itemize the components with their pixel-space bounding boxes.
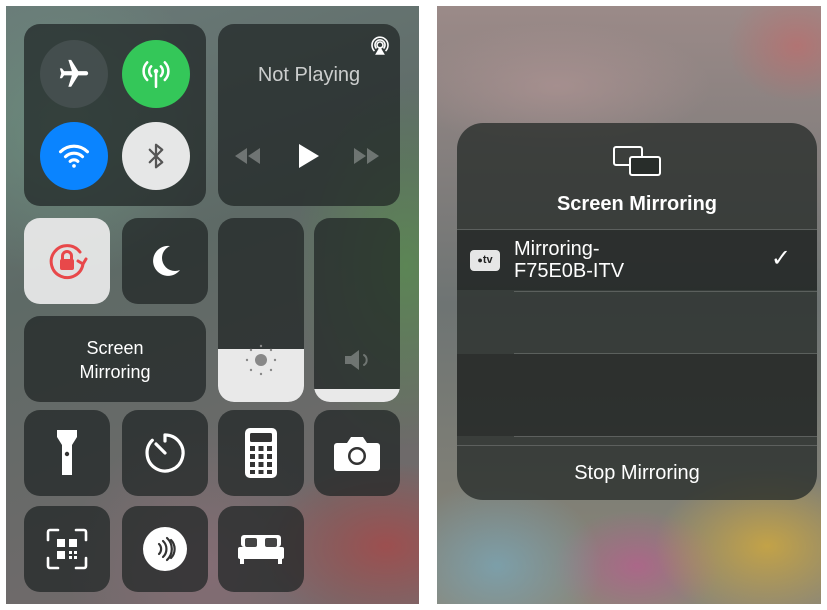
timer-icon (143, 431, 187, 475)
rotation-lock-icon (44, 238, 90, 284)
qr-scanner-button[interactable] (24, 506, 110, 592)
nfc-reader-button[interactable] (122, 506, 208, 592)
empty-row-2 (457, 354, 817, 436)
camera-icon (333, 433, 381, 473)
nfc-icon (143, 527, 187, 571)
rotation-lock-toggle[interactable] (24, 218, 110, 304)
apple-tv-badge: ●tv (470, 250, 500, 271)
screen-mirroring-icon (612, 145, 662, 177)
airplane-icon (57, 57, 91, 91)
screen-mirroring-dialog: Screen Mirroring ●tv Mirroring- F75E0B-I… (457, 123, 817, 500)
wifi-toggle[interactable] (40, 122, 108, 190)
play-icon[interactable] (294, 142, 322, 170)
calculator-button[interactable] (218, 410, 304, 496)
wifi-icon (57, 139, 91, 173)
airplane-mode-toggle[interactable] (40, 40, 108, 108)
volume-slider[interactable] (314, 218, 400, 402)
cellular-data-toggle[interactable] (122, 40, 190, 108)
sleep-mode-button[interactable] (218, 506, 304, 592)
screen-mirroring-button[interactable]: Screen Mirroring (24, 316, 206, 402)
media-tile[interactable]: Not Playing (218, 24, 400, 206)
timer-button[interactable] (122, 410, 208, 496)
selected-checkmark-icon: ✓ (770, 245, 791, 272)
brightness-icon (243, 342, 279, 378)
airplay-icon[interactable] (368, 34, 392, 58)
device-name-line1: Mirroring- (514, 238, 600, 260)
calculator-icon (245, 428, 277, 478)
camera-button[interactable] (314, 410, 400, 496)
empty-row-1 (457, 292, 817, 352)
flashlight-icon (52, 428, 82, 478)
bluetooth-toggle[interactable] (122, 122, 190, 190)
volume-fill (314, 389, 400, 402)
screen-mirroring-label-line1: Screen (86, 338, 144, 358)
screen-mirroring-panel: Screen Mirroring ●tv Mirroring- F75E0B-I… (437, 6, 821, 604)
volume-icon (342, 346, 374, 374)
flashlight-button[interactable] (24, 410, 110, 496)
do-not-disturb-toggle[interactable] (122, 218, 208, 304)
moon-icon (146, 242, 184, 280)
device-badge-label: tv (482, 254, 493, 266)
qr-scanner-icon (46, 528, 88, 570)
device-row[interactable]: ●tv Mirroring- F75E0B-ITV ✓ (457, 230, 817, 290)
control-center-panel: Not Playing Screen Mirroring (6, 6, 419, 604)
stop-mirroring-button[interactable]: Stop Mirroring (457, 446, 817, 500)
rewind-icon[interactable] (232, 146, 262, 166)
connectivity-tile (24, 24, 206, 206)
screen-mirroring-label-line2: Mirroring (79, 362, 151, 382)
cellular-icon (139, 57, 173, 91)
fast-forward-icon[interactable] (352, 146, 382, 166)
bluetooth-icon (141, 141, 171, 171)
now-playing-status: Not Playing (257, 64, 361, 86)
brightness-slider[interactable] (218, 218, 304, 402)
row-divider-3 (514, 436, 817, 437)
dialog-title: Screen Mirroring (556, 193, 718, 215)
bed-icon (237, 533, 285, 565)
device-name-line2: F75E0B-ITV (514, 260, 625, 282)
